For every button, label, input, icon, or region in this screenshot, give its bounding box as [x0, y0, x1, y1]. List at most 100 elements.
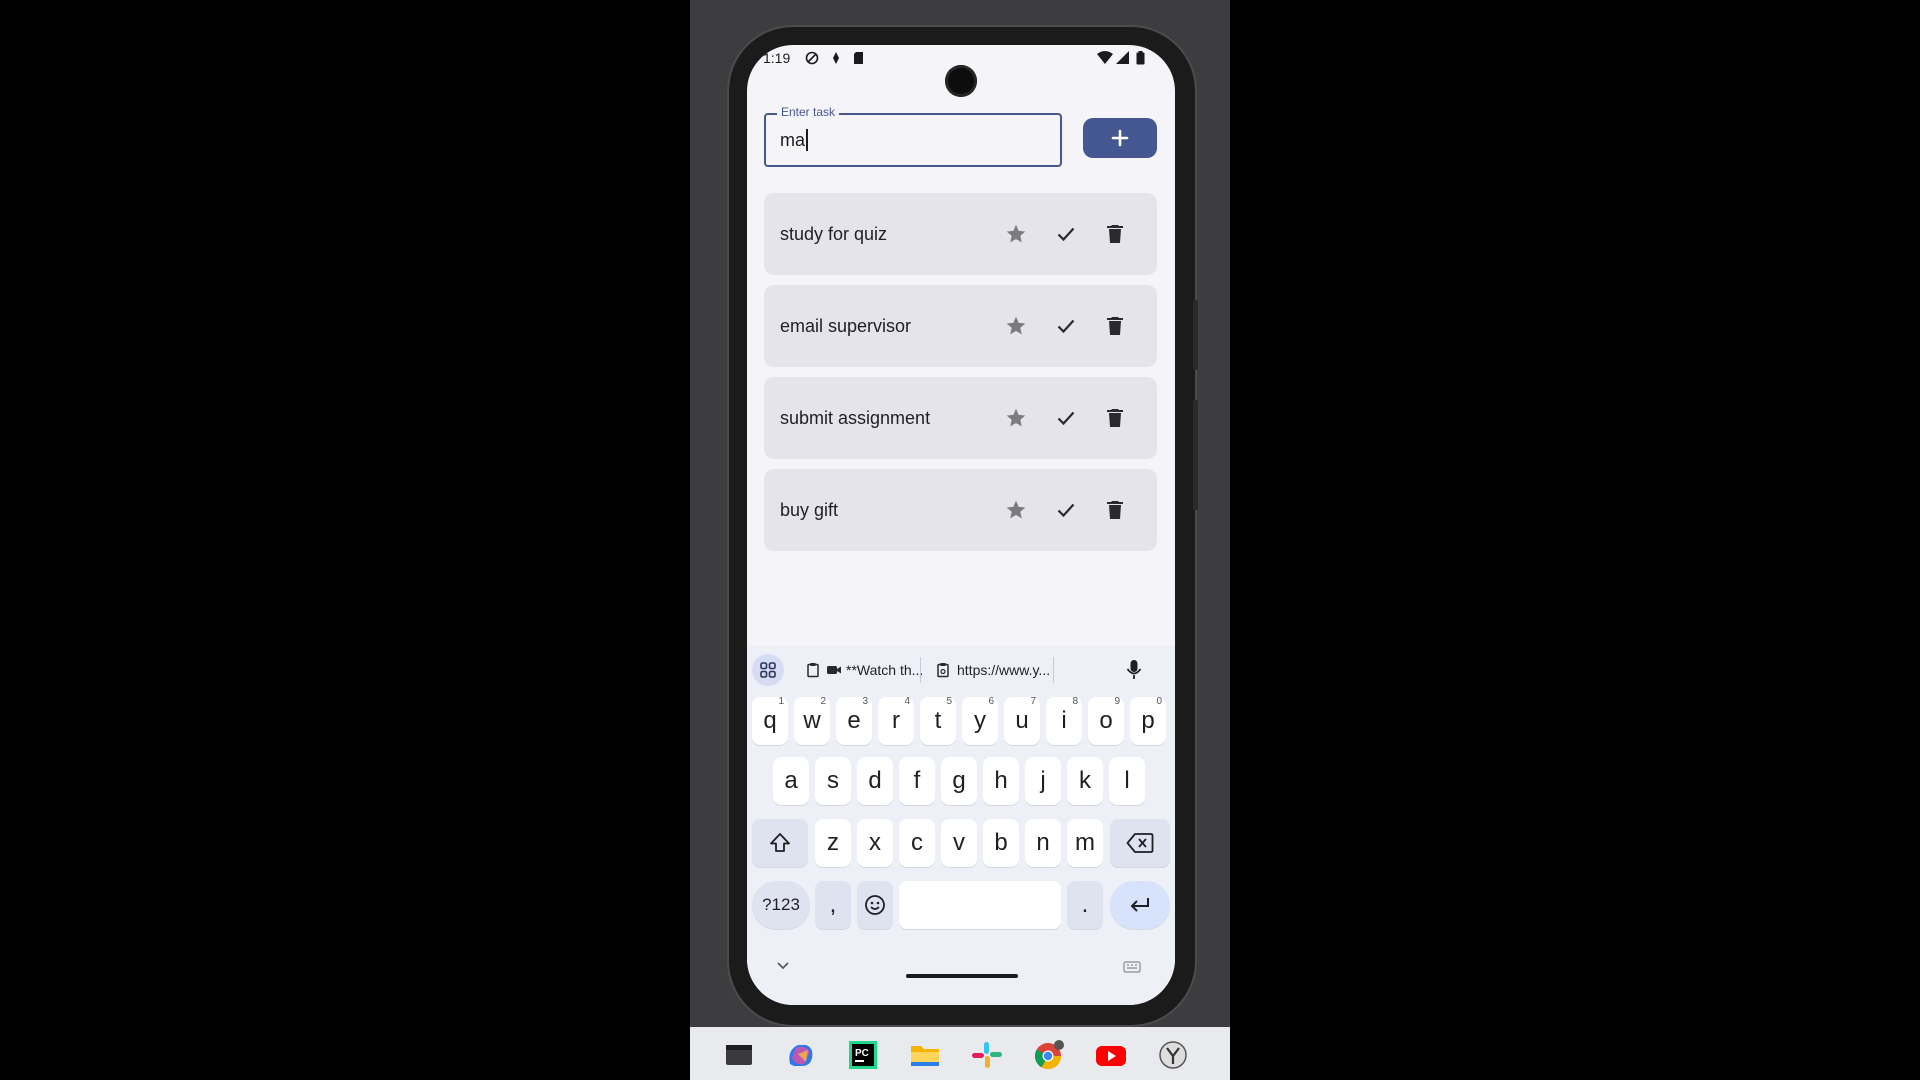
key-l[interactable]: l — [1109, 757, 1145, 805]
star-icon[interactable] — [1004, 314, 1028, 338]
key-label: c — [911, 829, 923, 856]
clipboard-suggestion[interactable]: **Watch th... — [805, 653, 923, 687]
key-label: d — [868, 767, 882, 794]
key-o[interactable]: o9 — [1088, 696, 1124, 745]
check-icon[interactable] — [1054, 498, 1078, 522]
slack-icon[interactable] — [970, 1040, 1004, 1070]
clipboard-suggestion[interactable]: https://www.y... — [935, 653, 1050, 687]
power-button[interactable] — [1193, 400, 1198, 510]
folder-icon[interactable] — [908, 1040, 942, 1070]
task-input[interactable] — [780, 127, 1040, 153]
key-label: h — [994, 767, 1008, 794]
key-q[interactable]: q1 — [752, 696, 788, 745]
key-label: b — [994, 829, 1008, 856]
hide-keyboard-icon[interactable] — [777, 962, 789, 970]
key-r[interactable]: r4 — [878, 696, 914, 745]
signal-icon — [1116, 51, 1129, 64]
key-a[interactable]: a — [773, 757, 809, 805]
volume-button[interactable] — [1193, 300, 1198, 370]
star-icon[interactable] — [1004, 222, 1028, 246]
key-k[interactable]: k — [1067, 757, 1103, 805]
key-c[interactable]: c — [899, 819, 935, 867]
enter-icon — [1130, 898, 1149, 912]
key-hint: 6 — [988, 696, 994, 707]
key-label: x — [869, 829, 881, 856]
key-b[interactable]: b — [983, 819, 1019, 867]
key-w[interactable]: w2 — [794, 696, 830, 745]
key-e[interactable]: e3 — [836, 696, 872, 745]
apps-grid-icon — [760, 662, 776, 678]
key-label: r — [892, 707, 900, 734]
suggestion-divider — [920, 657, 921, 683]
video-camera-icon — [827, 666, 841, 674]
suggestion-divider — [1053, 657, 1054, 683]
key-p[interactable]: p0 — [1130, 696, 1166, 745]
mic-icon[interactable] — [1125, 659, 1143, 681]
file-manager-icon[interactable] — [722, 1040, 756, 1070]
task-input-field[interactable]: Enter task — [764, 105, 1062, 167]
yandex-icon[interactable] — [1156, 1040, 1190, 1070]
key-label: f — [913, 767, 921, 794]
key-v[interactable]: v — [941, 819, 977, 867]
key-s[interactable]: s — [815, 757, 851, 805]
check-icon[interactable] — [1054, 314, 1078, 338]
key-t[interactable]: t5 — [920, 696, 956, 745]
symbols-key[interactable]: ?123 — [752, 881, 810, 929]
home-handle[interactable] — [906, 974, 1018, 978]
apps-grid-button[interactable] — [752, 654, 784, 686]
check-icon[interactable] — [1054, 222, 1078, 246]
shift-key[interactable] — [752, 819, 808, 867]
plus-icon — [1111, 129, 1129, 147]
key-g[interactable]: g — [941, 757, 977, 805]
trash-icon[interactable] — [1103, 498, 1127, 522]
trash-icon[interactable] — [1103, 406, 1127, 430]
enter-key[interactable] — [1110, 881, 1170, 929]
chrome-icon[interactable] — [1032, 1040, 1066, 1070]
star-icon[interactable] — [1004, 498, 1028, 522]
key-y[interactable]: y6 — [962, 696, 998, 745]
add-task-button[interactable] — [1083, 118, 1157, 158]
check-icon[interactable] — [1054, 406, 1078, 430]
copilot-icon[interactable] — [784, 1040, 818, 1070]
key-x[interactable]: x — [857, 819, 893, 867]
key-i[interactable]: i8 — [1046, 696, 1082, 745]
key-label: i — [1061, 707, 1067, 734]
backspace-icon — [1126, 833, 1154, 853]
key-f[interactable]: f — [899, 757, 935, 805]
emoji-icon — [865, 895, 885, 915]
key-hint: 5 — [946, 696, 952, 707]
key-m[interactable]: m — [1067, 819, 1103, 867]
key-u[interactable]: u7 — [1004, 696, 1040, 745]
key-label: q — [763, 707, 777, 734]
key-label: y — [974, 707, 986, 734]
backspace-key[interactable] — [1110, 819, 1170, 867]
pycharm-icon[interactable]: PC — [846, 1040, 880, 1070]
key-hint: 2 — [820, 696, 826, 707]
task-label: email supervisor — [780, 316, 912, 336]
key-n[interactable]: n — [1025, 819, 1061, 867]
key-label: ?123 — [762, 895, 800, 914]
key-hint: 1 — [778, 696, 784, 707]
trash-icon[interactable] — [1103, 314, 1127, 338]
youtube-icon[interactable] — [1094, 1040, 1128, 1070]
clipboard-link-icon — [937, 663, 949, 678]
emoji-key[interactable] — [857, 881, 893, 929]
key-j[interactable]: j — [1025, 757, 1061, 805]
key-h[interactable]: h — [983, 757, 1019, 805]
key-label: l — [1124, 767, 1130, 794]
trash-icon[interactable] — [1103, 222, 1127, 246]
key-label: n — [1036, 829, 1050, 856]
key-label: o — [1099, 707, 1113, 734]
dnd-icon — [805, 51, 819, 65]
period-key[interactable]: . — [1067, 881, 1103, 929]
key-hint: 8 — [1072, 696, 1078, 707]
key-d[interactable]: d — [857, 757, 893, 805]
star-icon[interactable] — [1004, 406, 1028, 430]
key-label: . — [1081, 891, 1089, 918]
comma-key[interactable]: , — [815, 881, 851, 929]
on-screen-keyboard: **Watch th... https://www.y... q1 w2 e3 … — [747, 645, 1175, 1005]
keyboard-switch-icon[interactable] — [1123, 961, 1141, 973]
key-z[interactable]: z — [815, 819, 851, 867]
clipboard-suggestion-text: https://www.y... — [957, 662, 1051, 678]
space-key[interactable] — [899, 881, 1061, 929]
